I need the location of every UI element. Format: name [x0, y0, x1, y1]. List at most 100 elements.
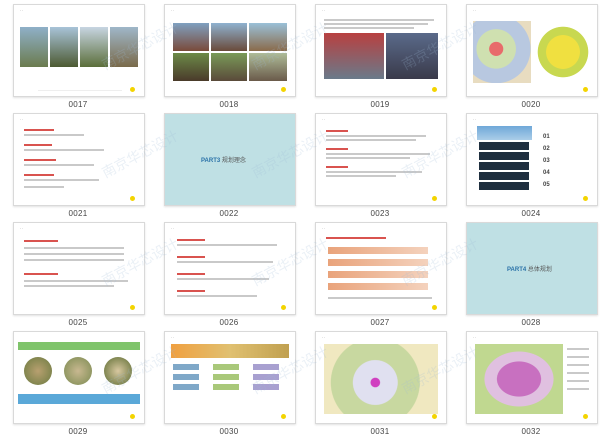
slide-card-0023[interactable]: · · 0023 [315, 113, 447, 221]
slide-card-0018[interactable]: · · 0018 [164, 4, 296, 112]
photo [249, 53, 287, 81]
slide-header-text: · · [20, 9, 24, 13]
slide-card-0020[interactable]: · · 0020 [466, 4, 598, 112]
slide-card-0022[interactable]: PART3 规划理念 0022 [164, 113, 296, 221]
list-number: 03 [543, 158, 550, 164]
text-line-highlight [326, 237, 386, 239]
yellow-dot-icon [130, 414, 135, 419]
slide-thumbnail[interactable]: · · [315, 113, 447, 206]
slide-card-0019[interactable]: · · 0019 [315, 4, 447, 112]
table-block [173, 374, 199, 380]
text-line [24, 280, 128, 282]
yellow-dot-icon [583, 414, 588, 419]
text-line [326, 157, 410, 159]
text-line [24, 285, 114, 287]
table-block [253, 364, 279, 370]
legend-line [567, 356, 589, 358]
text-line-highlight [326, 148, 348, 150]
slide-thumbnail[interactable]: · · [164, 331, 296, 424]
slide-card-0029[interactable]: 0029 [13, 331, 145, 439]
slide-thumbnail[interactable]: · · [164, 4, 296, 97]
text-line-highlight [326, 130, 348, 132]
text-line [328, 297, 432, 299]
slide-header-text: · · [322, 336, 326, 340]
text-line-highlight [24, 174, 54, 176]
slide-thumbnail[interactable]: · · [13, 113, 145, 206]
banner-strip [18, 394, 140, 404]
slide-card-0024[interactable]: · · 01 02 03 04 05 0024 [466, 113, 598, 221]
slide-card-0030[interactable]: · · 0030 [164, 331, 296, 439]
yellow-dot-icon [583, 196, 588, 201]
slide-number: 0022 [219, 209, 239, 218]
slide-thumbnail[interactable]: PART4 总体规划 [466, 222, 598, 315]
slide-number: 0028 [521, 318, 541, 327]
slide-thumbnail[interactable]: · · [13, 4, 145, 97]
slide-thumbnail[interactable]: · · [315, 331, 447, 424]
footer-line [38, 90, 122, 91]
slide-thumbnail[interactable]: · · [315, 4, 447, 97]
slide-number: 0026 [219, 318, 239, 327]
text-line-highlight [24, 129, 54, 131]
list-number: 01 [543, 134, 550, 140]
slide-card-0028[interactable]: PART4 总体规划 0028 [466, 222, 598, 330]
slide-number: 0021 [68, 209, 88, 218]
slide-card-0025[interactable]: · · 0025 [13, 222, 145, 330]
slide-thumbnail[interactable]: · · [466, 4, 598, 97]
text-line [24, 149, 104, 151]
text-line [326, 153, 430, 155]
yellow-dot-icon [432, 305, 437, 310]
photo [50, 27, 78, 67]
slide-card-0027[interactable]: · · 0027 [315, 222, 447, 330]
slide-card-0021[interactable]: · · 0021 [13, 113, 145, 221]
legend-line [567, 364, 589, 366]
part-title: 总体规划 [527, 267, 552, 273]
banner-strip [479, 152, 529, 160]
table-block [173, 364, 199, 370]
text-line-highlight [326, 166, 348, 168]
photo [80, 27, 108, 67]
slide-thumbnail[interactable]: · · [315, 222, 447, 315]
slide-thumbnail[interactable]: · · [164, 222, 296, 315]
photo-circle [104, 357, 132, 385]
banner-strip [479, 162, 529, 170]
text-line [177, 261, 273, 263]
photo [110, 27, 138, 67]
banner-strip [171, 344, 289, 358]
yellow-dot-icon [281, 87, 286, 92]
banner-strip [479, 182, 529, 190]
text-line [326, 171, 422, 173]
text-line [24, 186, 64, 188]
slide-number: 0017 [68, 100, 88, 109]
text-line [24, 259, 124, 261]
slide-card-0031[interactable]: · · 0031 [315, 331, 447, 439]
slide-header-text: · · [20, 227, 24, 231]
table-block [253, 384, 279, 390]
list-number: 02 [543, 146, 550, 152]
yellow-dot-icon [130, 305, 135, 310]
slide-thumbnail[interactable]: · · [13, 222, 145, 315]
table-block [213, 374, 239, 380]
photo [211, 23, 247, 51]
section-title: PART3 规划理念 [201, 155, 246, 164]
text-line [326, 175, 396, 177]
arrow-bar [328, 283, 428, 290]
slide-card-0026[interactable]: · · 0026 [164, 222, 296, 330]
slide-header-text: · · [473, 9, 477, 13]
text-line-highlight [24, 159, 56, 161]
slide-number: 0025 [68, 318, 88, 327]
slide-card-0032[interactable]: · · 0032 [466, 331, 598, 439]
text-line [326, 135, 426, 137]
slide-thumbnail[interactable]: · · 01 02 03 04 05 [466, 113, 598, 206]
slide-header-text: · · [473, 118, 477, 122]
slide-card-0017[interactable]: · · 0017 [13, 4, 145, 112]
slide-number: 0024 [521, 209, 541, 218]
slide-thumbnail[interactable] [13, 331, 145, 424]
table-block [173, 384, 199, 390]
slide-thumbnail[interactable]: · · [466, 331, 598, 424]
slide-number: 0019 [370, 100, 390, 109]
text-line [324, 23, 428, 25]
photo-circle [64, 357, 92, 385]
banner-strip [479, 172, 529, 180]
slide-header-text: · · [322, 9, 326, 13]
slide-thumbnail[interactable]: PART3 规划理念 [164, 113, 296, 206]
